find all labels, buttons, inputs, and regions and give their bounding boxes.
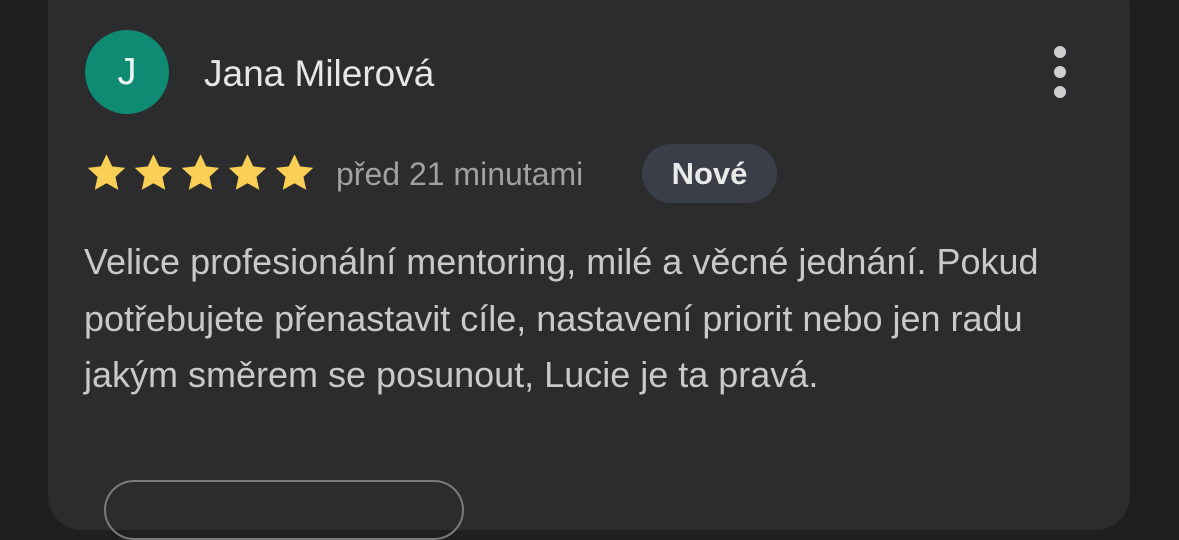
menu-dot bbox=[1054, 46, 1066, 58]
reaction-button[interactable] bbox=[104, 480, 464, 540]
star-rating bbox=[84, 151, 317, 195]
star-icon bbox=[134, 154, 173, 190]
review-timestamp: před 21 minutami bbox=[336, 156, 584, 192]
review-text: Velice profesionální mentoring, milé a v… bbox=[84, 241, 1039, 395]
star-icon bbox=[87, 154, 126, 190]
new-badge: Nové bbox=[642, 144, 777, 203]
star-icon bbox=[181, 154, 220, 190]
star-icon bbox=[275, 154, 314, 190]
avatar[interactable]: J bbox=[85, 30, 169, 114]
menu-dot bbox=[1054, 66, 1066, 78]
more-options-icon[interactable] bbox=[1040, 40, 1080, 104]
star-icon bbox=[228, 154, 267, 190]
author-name[interactable]: Jana Milerová bbox=[204, 52, 434, 96]
menu-dot bbox=[1054, 86, 1066, 98]
